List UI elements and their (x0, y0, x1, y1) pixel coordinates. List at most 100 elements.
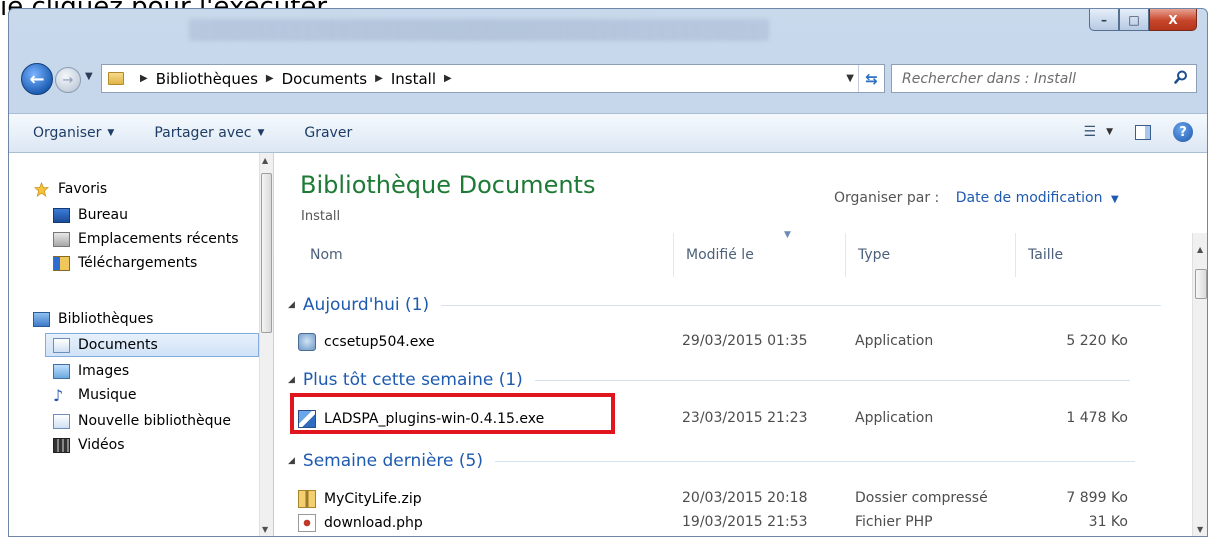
group-divider (534, 379, 1130, 381)
folder-icon (108, 72, 124, 85)
nav-label: Nouvelle bibliothèque (78, 413, 232, 429)
sort-indicator-icon: ▼ (784, 230, 791, 240)
music-icon: ♪ (53, 385, 64, 405)
file-name: ccsetup504.exe (324, 334, 435, 350)
address-bar[interactable]: ▶ Bibliothèques ▶ Documents ▶ Install ▶ … (101, 64, 885, 93)
breadcrumb-separator-icon[interactable]: ▶ (266, 73, 274, 84)
recent-places-icon (53, 231, 70, 247)
file-modified: 23/03/2015 21:23 (682, 410, 808, 426)
file-type: Fichier PHP (855, 514, 933, 530)
close-button[interactable]: X (1149, 9, 1197, 31)
file-modified: 20/03/2015 20:18 (682, 490, 808, 506)
star-icon (33, 181, 50, 197)
navigation-pane: Favoris Bureau Emplacements récents Télé… (9, 153, 273, 536)
chevron-down-icon[interactable]: ▼ (1111, 194, 1119, 205)
library-title: Bibliothèque Documents (300, 171, 596, 199)
group-last-week[interactable]: ◢ Semaine dernière (5) (288, 448, 1135, 474)
file-size: 7 899 Ko (1066, 490, 1128, 506)
title-bar: – □ X (9, 9, 1207, 49)
file-list-scrollbar[interactable]: ▲ ▼ (1192, 233, 1207, 536)
group-label: Plus tôt cette semaine (1) (302, 370, 523, 390)
search-icon[interactable] (1174, 70, 1188, 84)
nav-scrollbar[interactable]: ▲ ▼ (259, 153, 273, 536)
file-type: Application (855, 333, 934, 349)
window-controls: – □ X (1089, 9, 1197, 31)
breadcrumb-separator-icon[interactable]: ▶ (375, 73, 383, 84)
forward-arrow-icon[interactable]: → (55, 67, 81, 93)
documents-icon (53, 337, 70, 353)
column-name[interactable]: Nom (298, 233, 674, 277)
file-row-mycitylife[interactable]: MyCityLife.zip 20/03/2015 20:18 Dossier … (298, 486, 1188, 512)
column-size[interactable]: Taille (1016, 233, 1166, 277)
breadcrumb-separator-icon[interactable]: ▶ (140, 73, 148, 84)
address-dropdown-icon[interactable]: ▼ (846, 73, 854, 84)
downloads-icon (53, 255, 70, 271)
group-earlier-this-week[interactable]: ◢ Plus tôt cette semaine (1) (288, 367, 1130, 393)
nav-label: Emplacements récents (78, 231, 239, 247)
nav-item-recent[interactable]: Emplacements récents (53, 227, 259, 251)
chevron-down-icon: ▼ (1106, 127, 1113, 137)
collapse-icon[interactable]: ◢ (288, 300, 295, 310)
images-icon (53, 363, 70, 379)
group-divider (441, 304, 1162, 306)
scroll-down-icon[interactable]: ▼ (262, 525, 268, 534)
column-modified[interactable]: Modifié le (674, 233, 846, 277)
nav-label: Bureau (78, 207, 128, 223)
column-type[interactable]: Type (846, 233, 1016, 277)
file-name: MyCityLife.zip (324, 491, 422, 507)
file-type: Dossier compressé (855, 490, 988, 506)
nav-favorites[interactable]: Favoris (33, 177, 283, 201)
arrange-label: Organiser par : (834, 190, 940, 206)
group-today[interactable]: ◢ Aujourd'hui (1) (288, 292, 1162, 318)
chevron-down-icon: ▼ (107, 128, 115, 138)
back-arrow-icon[interactable]: ← (21, 63, 53, 95)
nav-item-new-library[interactable]: Nouvelle bibliothèque (53, 409, 259, 433)
search-box[interactable] (891, 64, 1197, 93)
group-label: Semaine dernière (5) (302, 451, 483, 471)
nav-label: Favoris (58, 181, 108, 197)
organize-button[interactable]: Organiser ▼ (33, 125, 114, 141)
breadcrumb-install[interactable]: Install (391, 70, 436, 88)
breadcrumb-separator-icon[interactable]: ▶ (444, 73, 452, 84)
file-row-download[interactable]: download.php 19/03/2015 21:53 Fichier PH… (298, 510, 1188, 536)
blurred-background (189, 19, 769, 41)
maximize-button[interactable]: □ (1119, 9, 1149, 31)
file-list-scrollbar-thumb[interactable] (1195, 269, 1207, 299)
file-row-ccsetup[interactable]: ccsetup504.exe 29/03/2015 01:35 Applicat… (298, 329, 1188, 355)
nav-label: Musique (78, 387, 137, 403)
file-list-pane: Bibliothèque Documents Install Organiser… (274, 153, 1207, 536)
share-button[interactable]: Partager avec ▼ (154, 125, 264, 141)
address-row: ← → ▼ ▶ Bibliothèques ▶ Documents ▶ Inst… (9, 59, 1207, 109)
minimize-button[interactable]: – (1089, 9, 1119, 31)
scroll-up-icon[interactable]: ▲ (262, 156, 268, 165)
breadcrumb-libraries[interactable]: Bibliothèques (156, 70, 258, 88)
change-view-button[interactable]: ☰ ▼ (1084, 124, 1113, 140)
group-label: Aujourd'hui (1) (302, 295, 430, 315)
share-label: Partager avec (154, 125, 252, 141)
help-icon[interactable]: ? (1173, 122, 1193, 142)
search-input[interactable] (902, 70, 1162, 87)
burn-button[interactable]: Graver (304, 125, 352, 141)
nav-item-documents[interactable]: Documents (45, 333, 259, 357)
history-dropdown-icon[interactable]: ▼ (85, 71, 93, 82)
nav-libraries[interactable]: Bibliothèques (33, 307, 283, 331)
refresh-icon[interactable]: ⇆ (858, 65, 884, 92)
scroll-up-icon[interactable]: ▲ (1197, 245, 1203, 254)
highlight-box (290, 393, 615, 434)
arrange-by: Organiser par : Date de modification ▼ (834, 190, 1119, 206)
library-icon (33, 311, 50, 327)
collapse-icon[interactable]: ◢ (288, 456, 295, 466)
nav-label: Téléchargements (78, 255, 198, 271)
nav-label: Bibliothèques (58, 311, 154, 327)
arrange-by-dropdown[interactable]: Date de modification (956, 190, 1103, 206)
nav-scrollbar-thumb[interactable] (261, 173, 272, 333)
breadcrumb: ▶ Bibliothèques ▶ Documents ▶ Install ▶ (132, 70, 460, 88)
explorer-window: – □ X ← → ▼ ▶ Bibliothèques ▶ Documents … (8, 8, 1208, 537)
preview-pane-icon[interactable] (1135, 124, 1151, 140)
chevron-down-icon: ▼ (257, 128, 265, 138)
file-size: 1 478 Ko (1066, 410, 1128, 426)
scroll-down-icon[interactable]: ▼ (1197, 525, 1203, 534)
collapse-icon[interactable]: ◢ (288, 375, 295, 385)
library-subtitle: Install (301, 209, 341, 224)
breadcrumb-documents[interactable]: Documents (282, 70, 368, 88)
